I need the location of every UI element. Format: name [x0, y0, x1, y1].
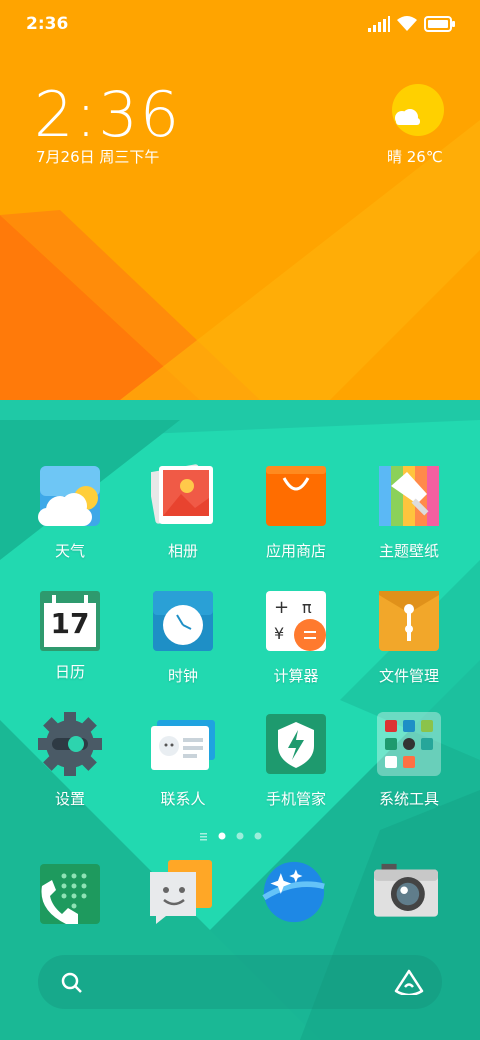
app-label: 计算器 [273, 667, 319, 685]
status-bar: 2:36 [0, 0, 480, 48]
app-calculator[interactable]: + π ¥ 计算器 [246, 589, 346, 686]
app-security[interactable]: 手机管家 [246, 712, 346, 809]
app-app-store[interactable]: 应用商店 [246, 464, 346, 561]
app-themes[interactable]: 主题壁纸 [359, 464, 459, 561]
settings-icon [38, 712, 102, 776]
themes-icon [379, 466, 439, 526]
system-tools-folder-icon [377, 712, 441, 776]
app-gallery[interactable]: 相册 [133, 464, 233, 561]
app-store-icon [266, 466, 326, 526]
search-icon [61, 972, 82, 993]
gallery-icon [147, 464, 213, 524]
app-system-tools[interactable]: 系统工具 [359, 712, 459, 809]
contacts-icon [151, 720, 215, 770]
assistant-icon[interactable] [394, 969, 424, 995]
browser-icon[interactable] [262, 860, 326, 924]
app-label: 联系人 [160, 790, 206, 808]
app-label: 应用商店 [265, 542, 326, 560]
app-contacts[interactable]: 联系人 [133, 712, 233, 809]
status-time: 2:36 [26, 14, 69, 34]
phone-icon[interactable] [38, 862, 102, 926]
app-label: 天气 [54, 542, 85, 560]
weather-icon [38, 466, 100, 526]
app-weather[interactable]: 天气 [20, 464, 120, 561]
weather-text: 晴 26℃ [387, 148, 443, 166]
calculator-icon: + π ¥ [266, 591, 326, 651]
wifi-icon [397, 16, 417, 31]
file-manager-icon [379, 591, 439, 651]
weather-sunny-icon[interactable] [390, 84, 446, 140]
svg-text:¥: ¥ [274, 624, 284, 643]
clock-icon [153, 591, 213, 651]
app-label: 文件管理 [378, 667, 439, 685]
clock-widget-date: 7月26日 周三下午 [36, 148, 160, 166]
svg-text:π: π [302, 598, 312, 617]
app-label: 时钟 [167, 667, 198, 685]
camera-icon[interactable] [374, 862, 438, 926]
app-label: 主题壁纸 [378, 542, 439, 560]
security-icon [266, 714, 326, 774]
app-label: 设置 [54, 790, 85, 808]
app-label: 相册 [167, 542, 198, 560]
app-clock[interactable]: 时钟 [133, 589, 233, 686]
app-file-manager[interactable]: 文件管理 [359, 589, 459, 686]
app-label: 手机管家 [265, 790, 326, 808]
app-label: 系统工具 [378, 790, 439, 808]
calendar-icon: 17 [38, 589, 102, 653]
search-bar[interactable] [38, 955, 442, 1009]
app-label: 日历 [54, 663, 85, 681]
svg-text:+: + [274, 597, 289, 618]
messages-icon[interactable] [150, 860, 214, 924]
app-settings[interactable]: 设置 [20, 712, 120, 809]
page-indicator[interactable] [200, 830, 280, 842]
battery-icon [424, 16, 455, 32]
app-calendar[interactable]: 17 日历 [20, 589, 120, 682]
calendar-day-number: 17 [50, 607, 90, 640]
signal-icon [368, 16, 390, 32]
clock-widget-time[interactable]: 2:36 [34, 78, 181, 151]
